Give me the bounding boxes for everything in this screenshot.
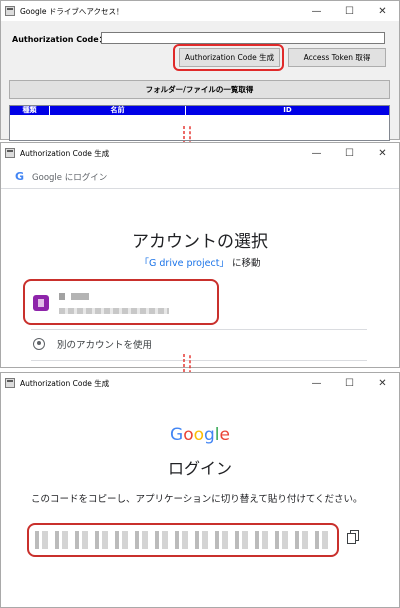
highlight-box bbox=[23, 279, 219, 325]
google-signin-bar: G Google にログイン bbox=[1, 165, 399, 189]
window-title: Authorization Code 生成 bbox=[20, 378, 110, 388]
titlebar[interactable]: Google ドライブへアクセス！ — ☐ ✕ bbox=[1, 1, 399, 21]
logo-letter: o bbox=[183, 425, 194, 445]
use-other-account-label: 別のアカウントを使用 bbox=[57, 340, 153, 351]
logo-letter: o bbox=[193, 425, 204, 445]
titlebar[interactable]: Authorization Code 生成 — ☐ ✕ bbox=[1, 143, 399, 163]
page-title: アカウントの選択 bbox=[132, 232, 268, 252]
minimize-button[interactable]: — bbox=[300, 373, 333, 393]
window-title: Authorization Code 生成 bbox=[20, 148, 110, 158]
column-header-type[interactable]: 種類 bbox=[10, 106, 50, 115]
generate-auth-code-button[interactable]: Authorization Code 生成 bbox=[179, 48, 280, 67]
logo-letter: e bbox=[219, 425, 230, 445]
app-window-icon bbox=[5, 378, 15, 388]
main-app-window: Google ドライブへアクセス！ — ☐ ✕ Authorization Co… bbox=[0, 0, 400, 141]
instruction-text: このコードをコピーし、アプリケーションに切り替えて貼り付けてください。 bbox=[31, 494, 363, 505]
column-header-id[interactable]: ID bbox=[186, 106, 389, 115]
close-button[interactable]: ✕ bbox=[366, 143, 399, 163]
column-header-name[interactable]: 名前 bbox=[50, 106, 186, 115]
google-logo: Google bbox=[1, 425, 399, 445]
minimize-button[interactable]: — bbox=[300, 1, 333, 21]
divider bbox=[31, 360, 367, 361]
auth-code-label: Authorization Code： bbox=[12, 35, 107, 44]
list-files-button[interactable]: フォルダー/ファイルの一覧取得 bbox=[9, 80, 390, 99]
get-access-token-button[interactable]: Access Token 取得 bbox=[288, 48, 386, 67]
maximize-button[interactable]: ☐ bbox=[333, 373, 366, 393]
maximize-button[interactable]: ☐ bbox=[333, 143, 366, 163]
oauth-code-window: Authorization Code 生成 — ☐ ✕ Google ログイン … bbox=[0, 372, 400, 608]
oauth-account-window: Authorization Code 生成 — ☐ ✕ G Google にログ… bbox=[0, 142, 400, 368]
app-window-icon bbox=[5, 148, 15, 158]
maximize-button[interactable]: ☐ bbox=[333, 1, 366, 21]
file-list-grid[interactable]: 種類 名前 ID bbox=[9, 105, 390, 141]
project-link[interactable]: 「G drive project」 bbox=[140, 258, 229, 269]
redirect-text: に移動 bbox=[231, 258, 261, 269]
window-title: Google ドライブへアクセス！ bbox=[20, 6, 124, 16]
minimize-button[interactable]: — bbox=[300, 143, 333, 163]
google-g-icon: G bbox=[15, 170, 25, 183]
app-window-icon bbox=[5, 6, 15, 16]
close-button[interactable]: ✕ bbox=[366, 373, 399, 393]
logo-letter: G bbox=[170, 425, 184, 445]
page-title: ログイン bbox=[167, 459, 232, 478]
signin-bar-text: Google にログイン bbox=[32, 172, 108, 183]
close-button[interactable]: ✕ bbox=[366, 1, 399, 21]
use-other-account-button[interactable]: 別のアカウントを使用 bbox=[33, 337, 152, 351]
logo-letter: g bbox=[204, 425, 215, 445]
titlebar[interactable]: Authorization Code 生成 — ☐ ✕ bbox=[1, 373, 399, 393]
divider bbox=[31, 329, 367, 330]
auth-code-input[interactable] bbox=[101, 32, 385, 44]
redacted-auth-code[interactable] bbox=[35, 531, 331, 549]
redirect-line: 「G drive project」 に移動 bbox=[1, 255, 399, 269]
copy-icon[interactable] bbox=[347, 529, 359, 544]
grid-header: 種類 名前 ID bbox=[10, 106, 389, 115]
account-circle-icon bbox=[33, 338, 45, 350]
